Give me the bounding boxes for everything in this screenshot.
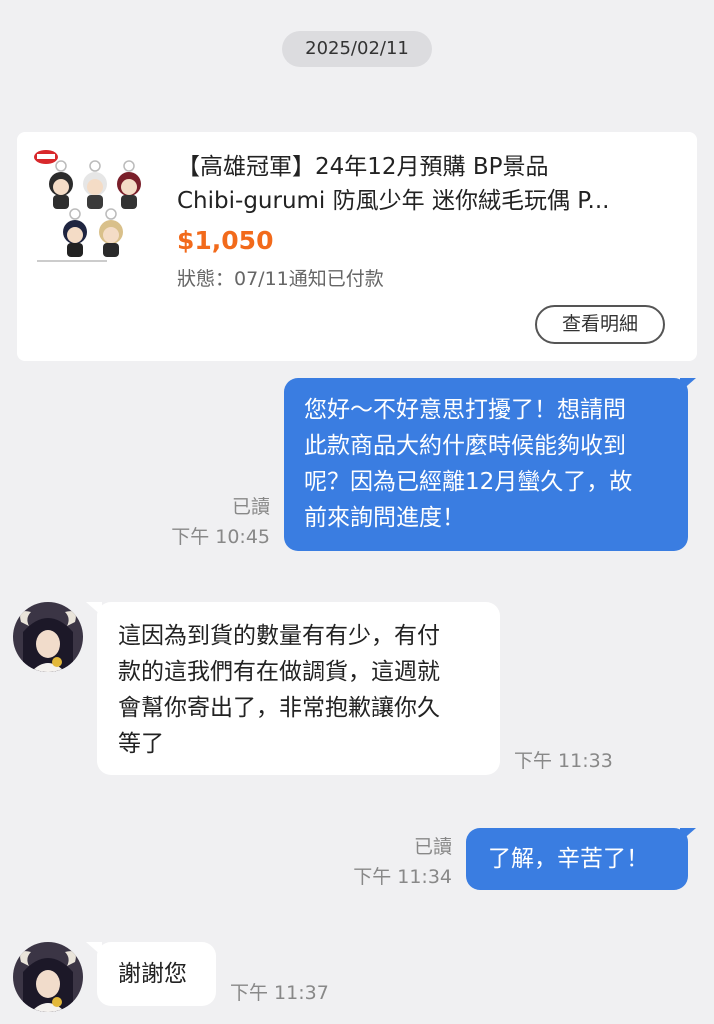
product-title-line1: 【高雄冠軍】24年12月預購 BP景品 — [177, 154, 549, 180]
bubble-tail — [86, 602, 102, 616]
order-status: 狀態：07/11通知已付款 — [177, 268, 384, 290]
product-title-line2: Chibi-gurumi 防風少年 迷你絨毛玩偶 P... — [177, 188, 610, 214]
message-time: 下午 10:45 — [171, 526, 270, 548]
message-line: 呢？因為已經離12月蠻久了，故 — [304, 469, 633, 495]
avatar[interactable] — [13, 602, 83, 672]
message-line: 會幫你寄出了，非常抱歉讓你久 — [118, 695, 440, 721]
bubble-tail — [680, 828, 696, 842]
incoming-message-bubble[interactable]: 謝謝您 — [97, 942, 216, 1006]
message-line: 等了 — [118, 731, 164, 757]
outgoing-message-bubble[interactable]: 您好～不好意思打擾了！想請問 此款商品大約什麼時候能夠收到 呢？因為已經離12月… — [284, 378, 688, 551]
avatar-image — [13, 602, 83, 672]
message-line: 前來詢問進度！ — [304, 505, 465, 531]
message-line: 款的這我們有在做調貨，這週就 — [118, 659, 440, 685]
bubble-tail — [680, 378, 696, 392]
bubble-tail — [86, 942, 102, 956]
message-line: 您好～不好意思打擾了！想請問 — [304, 397, 626, 423]
message-time: 下午 11:34 — [353, 866, 452, 888]
avatar-image — [13, 942, 83, 1012]
message-meta: 已讀 下午 10:45 — [150, 492, 270, 552]
incoming-message-bubble[interactable]: 這因為到貨的數量有有少，有付 款的這我們有在做調貨，這週就 會幫你寄出了，非常抱… — [97, 602, 500, 775]
plush-keychains-image — [34, 150, 141, 262]
chat-screen: 2025/02/11 【高雄冠軍】24年12月預購 BP景品 Chibi-gur… — [0, 0, 714, 1024]
avatar[interactable] — [13, 942, 83, 1012]
view-details-button[interactable]: 查看明細 — [535, 305, 665, 344]
product-price: $1,050 — [177, 226, 274, 255]
order-card[interactable]: 【高雄冠軍】24年12月預購 BP景品 Chibi-gurumi 防風少年 迷你… — [17, 132, 697, 361]
message-line: 此款商品大約什麼時候能夠收到 — [304, 433, 626, 459]
read-receipt: 已讀 — [231, 496, 270, 518]
outgoing-message-bubble[interactable]: 了解，辛苦了！ — [466, 828, 688, 890]
date-separator: 2025/02/11 — [282, 31, 432, 67]
message-time: 下午 11:33 — [514, 750, 613, 772]
product-title[interactable]: 【高雄冠軍】24年12月預購 BP景品 Chibi-gurumi 防風少年 迷你… — [177, 150, 677, 218]
message-line: 這因為到貨的數量有有少，有付 — [118, 623, 440, 649]
message-time: 下午 11:37 — [230, 982, 329, 1004]
read-receipt: 已讀 — [413, 836, 452, 858]
product-thumbnail[interactable] — [33, 146, 173, 266]
message-text: 了解，辛苦了！ — [488, 846, 649, 872]
message-text: 謝謝您 — [118, 961, 187, 987]
message-meta: 已讀 下午 11:34 — [330, 832, 452, 892]
